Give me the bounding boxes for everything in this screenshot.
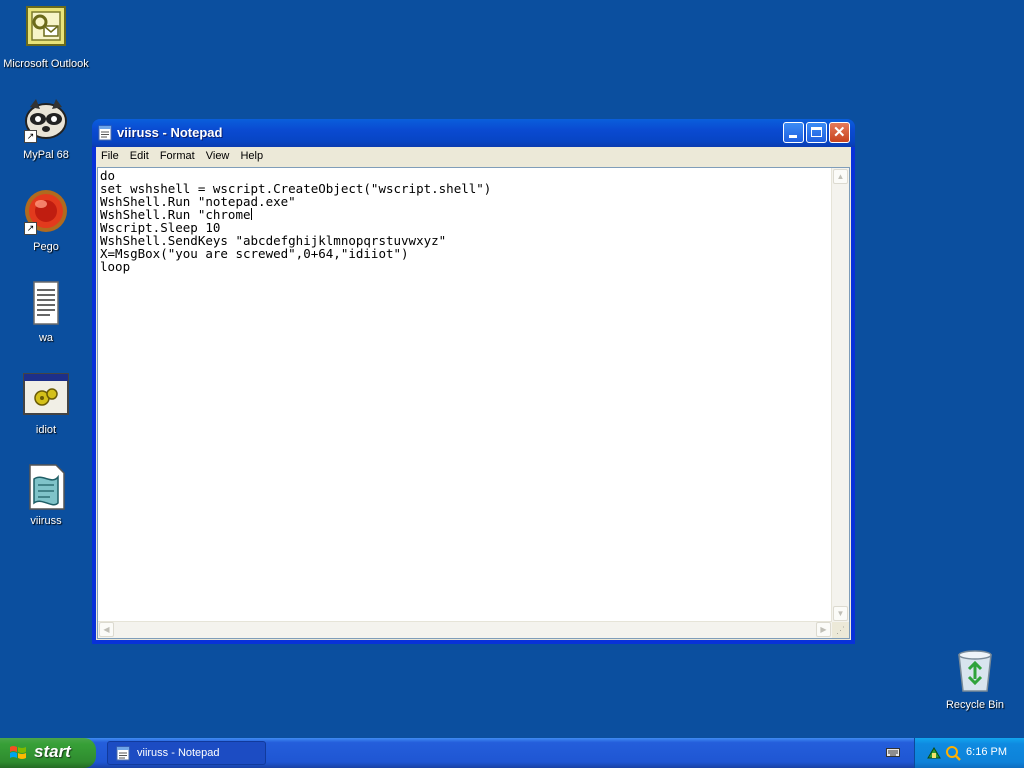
minimize-icon bbox=[789, 135, 797, 138]
taskbar-item-notepad[interactable]: viiruss - Notepad bbox=[107, 741, 266, 765]
desktop-icon-label: viiruss bbox=[30, 515, 62, 527]
shortcut-arrow-icon: ↗ bbox=[24, 130, 37, 143]
desktop-icon-label: MyPal 68 bbox=[23, 149, 69, 161]
script-file-icon bbox=[22, 463, 70, 511]
desktop-icon-wa[interactable]: wa bbox=[0, 280, 92, 345]
scroll-left-button[interactable]: ◀ bbox=[99, 622, 114, 637]
scroll-up-button[interactable]: ▲ bbox=[833, 169, 848, 184]
desktop-icon-outlook[interactable]: Microsoft Outlook bbox=[0, 6, 92, 71]
desktop-icon-label: idiot bbox=[35, 424, 57, 436]
desktop-icon-label: Recycle Bin bbox=[945, 699, 1005, 711]
menu-bar: File Edit Format View Help bbox=[96, 147, 851, 166]
menu-edit[interactable]: Edit bbox=[127, 147, 152, 162]
scroll-down-button[interactable]: ▼ bbox=[833, 606, 848, 621]
menu-format[interactable]: Format bbox=[157, 147, 198, 162]
search-icon[interactable] bbox=[945, 745, 961, 761]
maximize-button[interactable] bbox=[806, 122, 827, 143]
vertical-scrollbar[interactable]: ▲ ▼ bbox=[831, 168, 849, 622]
batch-program-icon bbox=[22, 372, 70, 420]
recycle-bin-icon bbox=[951, 647, 999, 695]
window-body: File Edit Format View Help do set wshshe… bbox=[96, 147, 851, 640]
minimize-button[interactable] bbox=[783, 122, 804, 143]
mypal-raccoon-icon: ↗ bbox=[22, 97, 70, 145]
menu-file[interactable]: File bbox=[98, 147, 122, 162]
resize-grip[interactable]: ⋰ bbox=[832, 622, 849, 638]
horizontal-scrollbar[interactable]: ◀ ▶ bbox=[98, 621, 832, 638]
desktop-icon-pego[interactable]: ↗ Pego bbox=[0, 189, 92, 254]
desktop-icon-mypal[interactable]: ↗ MyPal 68 bbox=[0, 97, 92, 162]
taskbar: start viiruss - Notepad 6:16 PM bbox=[0, 738, 1024, 768]
desktop-icon-idiot[interactable]: idiot bbox=[0, 372, 92, 437]
desktop-icon-viiruss[interactable]: viiruss bbox=[0, 463, 92, 528]
shortcut-arrow-icon: ↗ bbox=[24, 222, 37, 235]
text-editor[interactable]: do set wshshell = wscript.CreateObject("… bbox=[97, 167, 850, 639]
desktop-icon-label: wa bbox=[38, 332, 54, 344]
editor-line: X=MsgBox("you are screwed",0+64,"idiiot"… bbox=[100, 246, 409, 261]
clock[interactable]: 6:16 PM bbox=[966, 746, 1007, 758]
menu-help[interactable]: Help bbox=[237, 147, 266, 162]
close-icon: ✕ bbox=[833, 124, 846, 141]
menu-view[interactable]: View bbox=[203, 147, 233, 162]
desktop: Microsoft Outlook ↗ MyPal 68 ↗ Pego wa i… bbox=[0, 0, 1024, 738]
taskbar-item-label: viiruss - Notepad bbox=[137, 747, 220, 759]
desktop-icon-label: Pego bbox=[33, 241, 59, 253]
desktop-icon-label: Microsoft Outlook bbox=[3, 58, 89, 70]
desktop-icon-recycle-bin[interactable]: Recycle Bin bbox=[929, 647, 1021, 712]
notepad-icon bbox=[116, 746, 130, 761]
notepad-window: viiruss - Notepad ✕ File Edit Format Vie… bbox=[92, 119, 855, 644]
start-button[interactable]: start bbox=[0, 738, 96, 768]
title-bar[interactable]: viiruss - Notepad ✕ bbox=[92, 119, 855, 147]
start-label: start bbox=[34, 742, 71, 761]
text-document-icon bbox=[22, 280, 70, 328]
pego-red-orb-icon: ↗ bbox=[22, 189, 70, 237]
keyboard-icon[interactable] bbox=[886, 746, 900, 758]
system-tray: 6:16 PM bbox=[914, 738, 1024, 768]
maximize-icon bbox=[811, 127, 822, 137]
editor-line: loop bbox=[100, 259, 131, 274]
scroll-right-button[interactable]: ▶ bbox=[816, 622, 831, 637]
close-button[interactable]: ✕ bbox=[829, 122, 850, 143]
window-title: viiruss - Notepad bbox=[117, 125, 223, 140]
editor-content[interactable]: do set wshshell = wscript.CreateObject("… bbox=[100, 169, 829, 620]
text-caret bbox=[250, 208, 252, 220]
windows-logo-icon bbox=[10, 746, 26, 759]
outlook-icon bbox=[22, 6, 70, 54]
notepad-icon bbox=[98, 125, 112, 141]
network-icon[interactable] bbox=[926, 745, 942, 761]
